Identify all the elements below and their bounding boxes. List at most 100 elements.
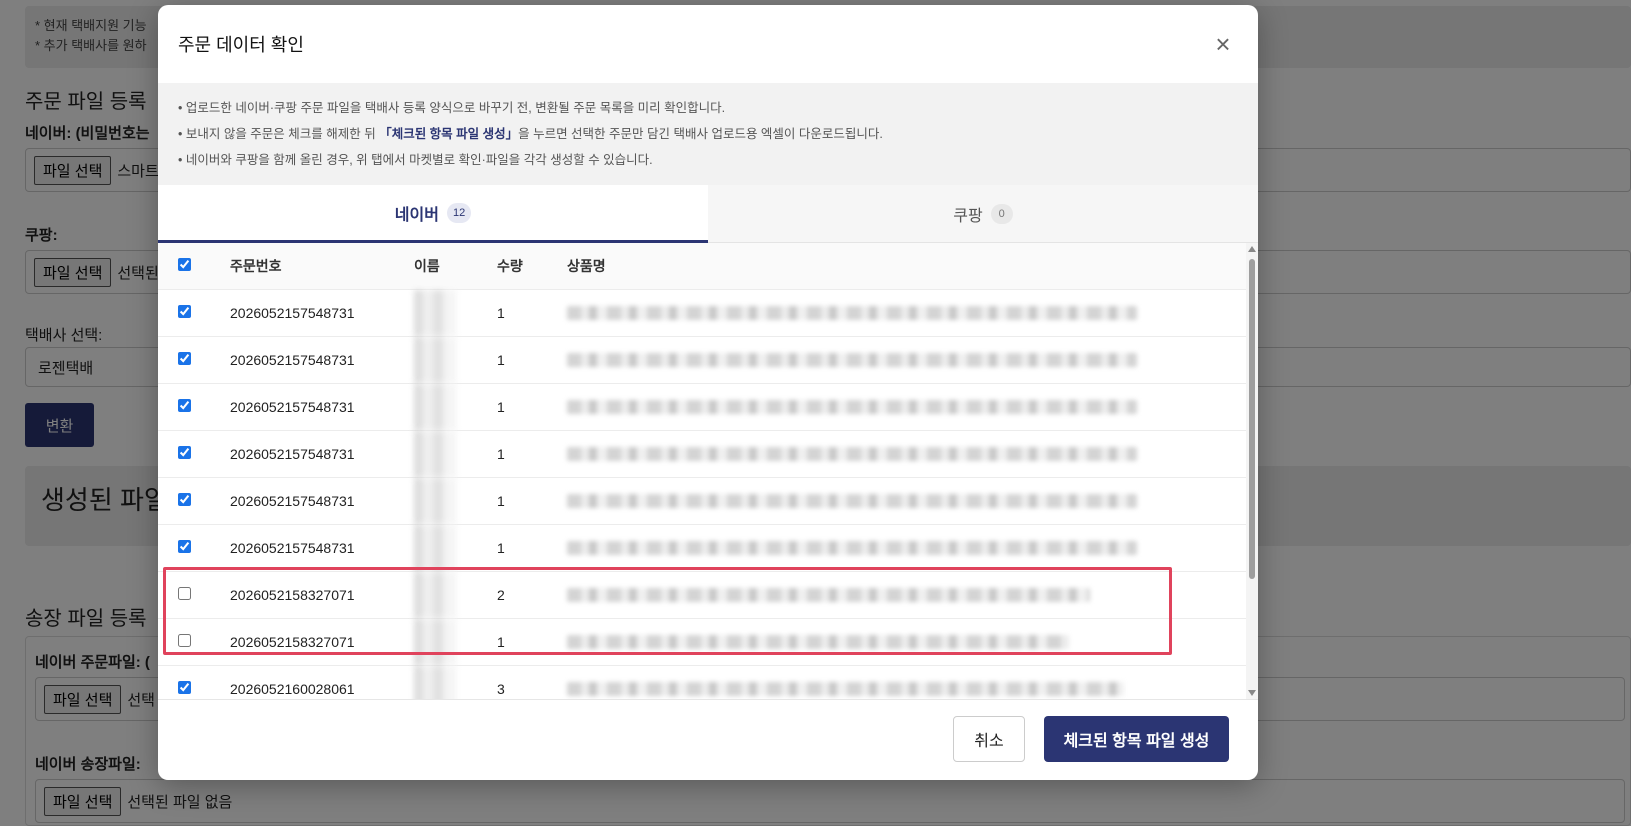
table-row[interactable]: 2026052157548731 1 <box>158 430 1246 478</box>
market-tabs: 네이버 12 쿠팡 0 <box>158 185 1258 243</box>
blurred-product-image <box>567 493 1137 508</box>
tab-naver[interactable]: 네이버 12 <box>158 185 708 243</box>
row-product-blurred <box>567 383 1246 431</box>
row-checkbox[interactable] <box>178 492 191 506</box>
blurred-product-image <box>567 446 1137 461</box>
row-product-blurred <box>567 336 1246 384</box>
orders-table: 주문번호 이름 수량 상품명 2026052157548731 1 20260521… <box>158 243 1246 699</box>
table-row[interactable]: 2026052157548731 1 <box>158 336 1246 384</box>
row-product-blurred <box>567 430 1246 478</box>
row-product-blurred <box>567 524 1246 572</box>
table-row[interactable]: 2026052160028061 3 <box>158 665 1246 699</box>
row-product-blurred <box>567 477 1246 525</box>
row-name-blurred <box>414 289 497 337</box>
row-name-blurred <box>414 665 497 699</box>
tab-coupang-count-badge: 0 <box>990 203 1013 224</box>
table-row[interactable]: 2026052157548731 1 <box>158 524 1246 572</box>
scroll-thumb[interactable] <box>1249 259 1255 579</box>
row-order-no: 2026052157548731 <box>230 477 414 525</box>
row-order-no: 2026052158327071 <box>230 618 414 666</box>
blurred-product-image <box>567 540 1137 555</box>
blurred-name-image <box>414 524 456 571</box>
row-qty: 1 <box>497 430 567 478</box>
row-checkbox-cell <box>158 571 230 619</box>
blurred-name-image <box>414 618 456 665</box>
table-row[interactable]: 2026052157548731 1 <box>158 289 1246 337</box>
table-row[interactable]: 2026052157548731 1 <box>158 477 1246 525</box>
tab-naver-label: 네이버 <box>394 206 439 224</box>
info-line-2: • 보내지 않을 주문은 체크를 해제한 뒤 「체크된 항목 파일 생성」을 누… <box>178 121 1238 147</box>
row-name-blurred <box>414 571 497 619</box>
blurred-name-image <box>414 383 456 430</box>
row-product-blurred <box>567 571 1246 619</box>
row-checkbox-cell <box>158 336 230 384</box>
blurred-name-image <box>414 477 456 524</box>
blurred-name-image <box>414 571 456 618</box>
close-icon[interactable]: × <box>1210 31 1236 57</box>
row-product-blurred <box>567 665 1246 699</box>
row-qty: 1 <box>497 477 567 525</box>
row-checkbox[interactable] <box>178 445 191 459</box>
row-checkbox[interactable] <box>178 351 191 365</box>
row-qty: 3 <box>497 665 567 699</box>
table-row[interactable]: 2026052157548731 1 <box>158 383 1246 431</box>
row-order-no: 2026052157548731 <box>230 383 414 431</box>
row-qty: 1 <box>497 289 567 337</box>
select-all-checkbox[interactable] <box>178 257 191 271</box>
blurred-name-image <box>414 336 456 383</box>
row-checkbox[interactable] <box>178 398 191 412</box>
info-line-1: • 업로드한 네이버·쿠팡 주문 파일을 택배사 등록 양식으로 바꾸기 전, … <box>178 101 726 115</box>
info-line-2-bold: 「체크된 항목 파일 생성」 <box>379 127 519 141</box>
tab-naver-count-badge: 12 <box>446 202 472 223</box>
row-order-no: 2026052157548731 <box>230 430 414 478</box>
row-checkbox[interactable] <box>178 680 191 694</box>
row-order-no: 2026052157548731 <box>230 524 414 572</box>
column-header-order-no: 주문번호 <box>230 243 414 290</box>
row-qty: 1 <box>497 618 567 666</box>
row-order-no: 2026052157548731 <box>230 289 414 337</box>
row-product-blurred <box>567 618 1246 666</box>
tab-coupang[interactable]: 쿠팡 0 <box>708 185 1258 243</box>
table-row[interactable]: 2026052158327071 2 <box>158 571 1246 619</box>
scroll-down-arrow-icon[interactable] <box>1248 690 1256 696</box>
row-order-no: 2026052158327071 <box>230 571 414 619</box>
orders-table-container[interactable]: 주문번호 이름 수량 상품명 2026052157548731 1 20260521… <box>158 243 1246 699</box>
column-header-qty: 수량 <box>497 243 567 290</box>
tab-coupang-label: 쿠팡 <box>953 207 983 225</box>
blurred-name-image <box>414 430 456 477</box>
table-row[interactable]: 2026052158327071 1 <box>158 618 1246 666</box>
row-checkbox[interactable] <box>178 539 191 553</box>
row-order-no: 2026052160028061 <box>230 665 414 699</box>
generate-checked-file-button[interactable]: 체크된 항목 파일 생성 <box>1044 716 1229 762</box>
blurred-product-image <box>567 681 1124 696</box>
row-qty: 2 <box>497 571 567 619</box>
cancel-button[interactable]: 취소 <box>953 716 1025 762</box>
scroll-up-arrow-icon[interactable] <box>1248 246 1256 252</box>
row-name-blurred <box>414 430 497 478</box>
row-checkbox-cell <box>158 618 230 666</box>
table-header-row: 주문번호 이름 수량 상품명 <box>158 243 1246 290</box>
row-checkbox-cell <box>158 430 230 478</box>
row-qty: 1 <box>497 383 567 431</box>
blurred-product-image <box>567 587 1090 602</box>
row-checkbox-cell <box>158 289 230 337</box>
blurred-product-image <box>567 352 1137 367</box>
row-checkbox-cell <box>158 665 230 699</box>
info-line-2-post: 을 누르면 선택한 주문만 담긴 택배사 업로드용 엑셀이 다운로드됩니다. <box>518 127 883 141</box>
row-checkbox[interactable] <box>178 304 191 318</box>
table-scrollbar[interactable] <box>1246 243 1258 699</box>
row-checkbox[interactable] <box>178 633 191 647</box>
modal-header: 주문 데이터 확인 × <box>158 5 1258 83</box>
row-product-blurred <box>567 289 1246 337</box>
row-name-blurred <box>414 383 497 431</box>
modal-footer: 취소 체크된 항목 파일 생성 <box>158 699 1258 780</box>
info-box: • 업로드한 네이버·쿠팡 주문 파일을 택배사 등록 양식으로 바꾸기 전, … <box>158 83 1258 185</box>
row-qty: 1 <box>497 336 567 384</box>
row-name-blurred <box>414 336 497 384</box>
row-qty: 1 <box>497 524 567 572</box>
row-checkbox[interactable] <box>178 586 191 600</box>
blurred-product-image <box>567 399 1137 414</box>
blurred-name-image <box>414 289 456 336</box>
column-header-product: 상품명 <box>567 243 1246 290</box>
row-order-no: 2026052157548731 <box>230 336 414 384</box>
